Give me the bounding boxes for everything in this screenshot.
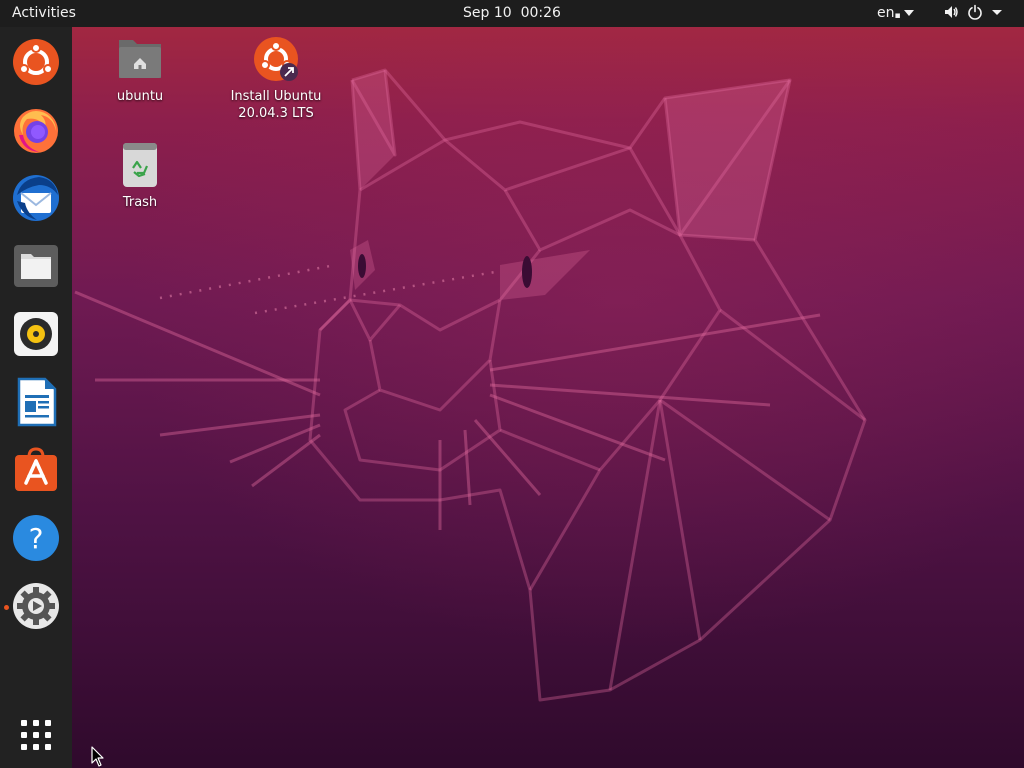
desktop-icon-label-line2: 20.04.3 LTS (238, 106, 314, 121)
ubuntu-software-icon (11, 445, 61, 495)
power-icon (967, 4, 983, 20)
top-bar: Activities Sep 10 00:26 en▪ (0, 0, 1024, 27)
files-icon (11, 241, 61, 291)
dock-item-rhythmbox[interactable] (11, 309, 61, 359)
system-menu[interactable] (943, 4, 1003, 20)
layout-indicator-dot-icon: ▪ (894, 11, 901, 21)
dock-item-settings[interactable] (11, 581, 61, 631)
desktop-icon-trash[interactable]: Trash (85, 140, 195, 211)
dock-item-help[interactable]: ? (11, 513, 61, 563)
settings-icon (11, 581, 61, 631)
ubuntu-installer-icon (251, 34, 301, 84)
dock-item-ubuntu-installer[interactable] (11, 37, 61, 87)
desktop-icon-install-ubuntu[interactable]: Install Ubuntu 20.04.3 LTS (221, 34, 331, 122)
mouse-cursor-icon (91, 746, 104, 767)
dock-item-thunderbird[interactable] (11, 173, 61, 223)
dock-item-files[interactable] (11, 241, 61, 291)
dock-item-ubuntu-software[interactable] (11, 445, 61, 495)
home-folder-icon (115, 34, 165, 84)
focal-fossa-wallpaper-art (74, 68, 867, 702)
trash-icon (115, 140, 165, 190)
desktop-icon-label-line1: Install Ubuntu (230, 89, 322, 104)
show-applications-button[interactable] (11, 710, 61, 760)
keyboard-layout-menu[interactable]: en▪ (877, 5, 914, 21)
volume-icon (943, 4, 959, 20)
system-menu-caret-icon (991, 4, 1003, 20)
clock-time: 00:26 (520, 5, 561, 21)
libreoffice-writer-icon (11, 377, 61, 427)
ubuntu-installer-icon (11, 37, 61, 87)
dock-item-firefox[interactable] (11, 105, 61, 155)
rhythmbox-icon (11, 309, 61, 359)
dock-item-libreoffice-writer[interactable] (11, 377, 61, 427)
keyboard-layout-label: en (877, 5, 895, 21)
clock-date: Sep 10 (463, 5, 512, 21)
firefox-icon (11, 105, 61, 155)
desktop-icon-home[interactable]: ubuntu (85, 34, 195, 105)
clock-menu[interactable]: Sep 10 00:26 (463, 5, 561, 21)
dock: ? (0, 27, 72, 768)
keyboard-layout-caret-icon (903, 10, 914, 16)
show-applications-icon (11, 710, 61, 760)
running-indicator (4, 605, 9, 610)
activities-button[interactable]: Activities (12, 5, 76, 21)
desktop-icon-label: Trash (122, 195, 158, 210)
thunderbird-icon (11, 173, 61, 223)
svg-text:?: ? (29, 522, 44, 555)
help-icon: ? (11, 513, 61, 563)
clock: Sep 10 00:26 (0, 5, 1024, 21)
desktop-icon-label: ubuntu (116, 89, 164, 104)
